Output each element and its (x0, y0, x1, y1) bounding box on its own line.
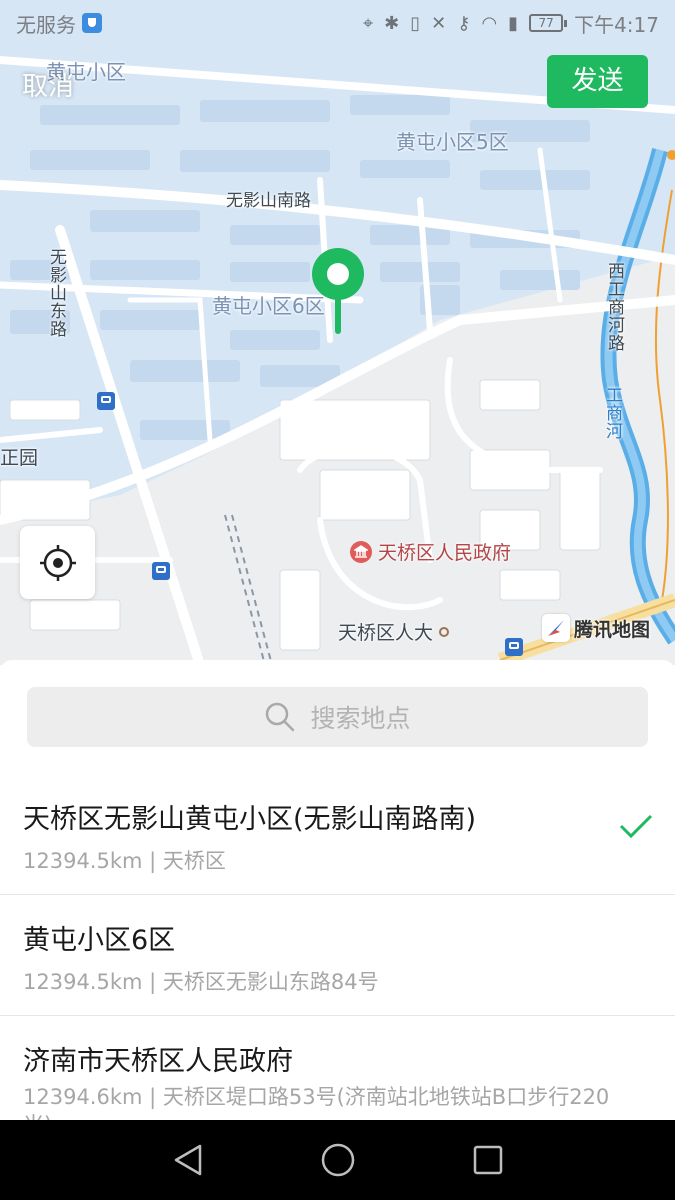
status-bar: 无服务 ⌖ ✱ ▯ ✕ ⚷ ◠ ▮ 77 下午4:17 (0, 0, 675, 46)
list-item-subtitle: 12394.5km | 天桥区无影山东路84号 (23, 970, 379, 994)
signal-icon: ▮ (508, 12, 519, 34)
tencent-map-icon (542, 614, 570, 642)
carrier-label: 无服务 (16, 12, 76, 37)
home-icon[interactable] (320, 1138, 356, 1182)
map-label-wuyingshan-south-road: 无影山南路 (226, 191, 311, 211)
search-icon (266, 702, 295, 732)
crosshair-icon (39, 544, 76, 581)
bus-stop-icon (505, 638, 523, 656)
bluetooth-icon: ✱ (384, 12, 400, 34)
list-item-subtitle: 12394.6km | 天桥区堤口路53号(济南站北地铁站B口步行220米) (23, 1085, 610, 1120)
map-label-xigongshang-river-road: 西工商河路 (604, 262, 624, 352)
recents-icon[interactable] (472, 1138, 504, 1182)
back-icon[interactable] (172, 1138, 204, 1182)
map-label-zhengyuan: 正园 (0, 447, 39, 469)
list-item-title: 天桥区无影山黄屯小区(无影山南路南) (23, 804, 477, 835)
mute-icon: ✕ (431, 12, 447, 34)
checkmark-icon (619, 814, 653, 839)
vibrate-off-icon: ▯ (410, 12, 421, 34)
locate-me-button[interactable] (20, 526, 95, 599)
location-icon: ⌖ (363, 12, 374, 34)
list-item-title: 济南市天桥区人民政府 (23, 1046, 293, 1077)
map-poi-tianqiao-government[interactable]: 天桥区人民政府 (350, 538, 511, 565)
location-list-panel: 搜索地点 天桥区无影山黄屯小区(无影山南路南) 12394.5km | 天桥区 … (0, 660, 675, 1120)
search-input[interactable]: 搜索地点 (27, 687, 648, 747)
bus-stop-icon (97, 392, 115, 410)
battery-icon: 77 (529, 14, 568, 32)
list-item[interactable]: 黄屯小区6区 12394.5km | 天桥区无影山东路84号 (0, 896, 675, 1016)
system-nav-bar (0, 1120, 675, 1200)
poi-dot-icon (439, 626, 450, 637)
location-pin-icon (312, 248, 364, 334)
map-label-huangtun6: 黄屯小区6区 (212, 294, 325, 318)
list-item[interactable]: 天桥区无影山黄屯小区(无影山南路南) 12394.5km | 天桥区 (0, 775, 675, 895)
send-button[interactable]: 发送 (547, 55, 648, 108)
map-label-huangtun5: 黄屯小区5区 (396, 130, 509, 154)
key-icon: ⚷ (457, 12, 471, 34)
government-icon (350, 540, 372, 563)
list-item-title: 黄屯小区6区 (23, 925, 176, 956)
bus-stop-icon (152, 562, 170, 580)
list-item[interactable]: 济南市天桥区人民政府 12394.6km | 天桥区堤口路53号(济南站北地铁站… (0, 1017, 675, 1120)
cancel-button[interactable]: 取消 (22, 66, 74, 103)
wifi-icon: ◠ (481, 12, 498, 34)
map-label-wuyingshan-east-road: 无影山东路 (46, 248, 66, 338)
shield-icon (82, 13, 102, 33)
map-label-gongshang-river: 工商河 (602, 386, 622, 440)
search-placeholder: 搜索地点 (310, 704, 411, 733)
clock: 下午4:17 (574, 12, 659, 37)
tencent-map-logo: 腾讯地图 (542, 614, 650, 642)
list-item-subtitle: 12394.5km | 天桥区 (23, 849, 226, 873)
map-poi-tianqiao-npc[interactable]: 天桥区人大 (338, 618, 450, 645)
map-view[interactable]: 黄屯小区 黄屯小区5区 无影山南路 无影山东路 黄屯小区6区 西工商河路 工商河… (0, 0, 675, 665)
